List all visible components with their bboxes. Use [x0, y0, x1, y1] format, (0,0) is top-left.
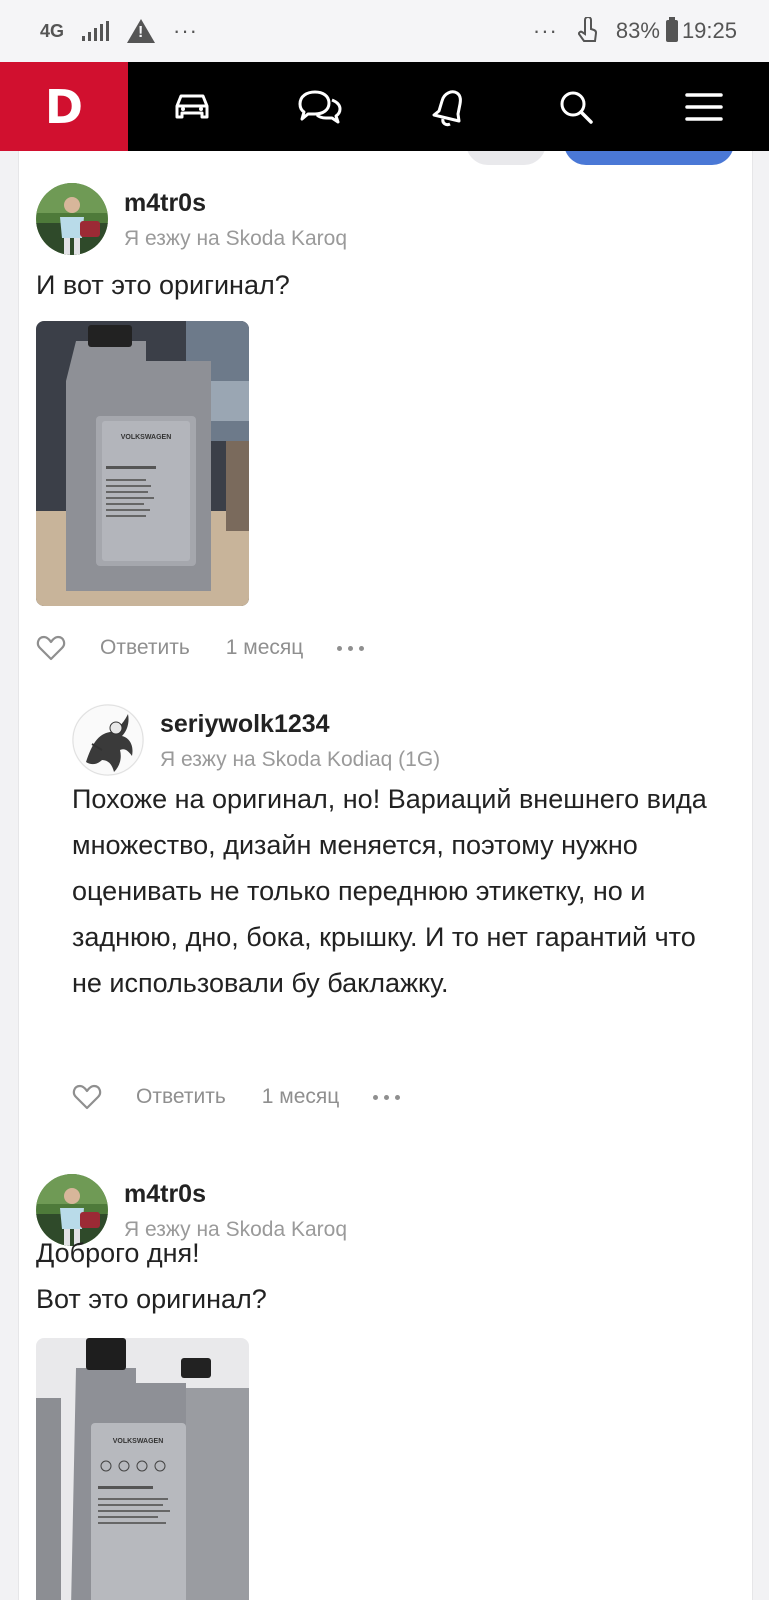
bell-icon — [432, 89, 462, 126]
nav-menu[interactable] — [640, 62, 768, 151]
nav-notifications[interactable] — [384, 62, 512, 151]
status-left: 4G ··· — [40, 18, 198, 44]
comment-text: Доброго дня! Вот это оригинал? — [36, 1230, 267, 1322]
comment-car[interactable]: Я езжу на Skoda Karoq — [124, 227, 347, 251]
comments-card: m4tr0s Я езжу на Skoda Karoq И вот это о… — [18, 151, 753, 1600]
drive2-logo[interactable]: D — [0, 62, 128, 151]
signal-icon — [82, 21, 110, 41]
comment-author[interactable]: m4tr0s — [124, 189, 206, 218]
heart-icon[interactable] — [36, 633, 66, 663]
comment-date[interactable]: 1 месяц — [226, 636, 304, 660]
more-icon[interactable] — [337, 645, 365, 651]
comment-actions: Ответить 1 месяц — [72, 1082, 401, 1112]
comment-text-line: Вот это оригинал? — [36, 1284, 267, 1314]
comment: m4tr0s Я езжу на Skoda Karoq И вот это о… — [36, 183, 736, 663]
comment-text: Похоже на оригинал, но! Вариаций внешнег… — [72, 784, 707, 998]
nav-search[interactable] — [512, 62, 640, 151]
top-navbar: D — [0, 62, 769, 151]
svg-text:VOLKSWAGEN: VOLKSWAGEN — [121, 434, 172, 441]
comment-text: И вот это оригинал? — [36, 270, 290, 300]
comment-author[interactable]: seriywolk1234 — [160, 710, 330, 739]
network-type: 4G — [40, 20, 65, 41]
warning-icon — [127, 19, 156, 43]
search-icon — [560, 91, 593, 124]
partial-button-grey[interactable] — [466, 151, 546, 165]
status-dots: ··· — [532, 18, 558, 43]
touch-icon — [577, 17, 597, 42]
status-right: ··· 83% 19:25 — [533, 17, 737, 45]
nav-garage[interactable] — [128, 62, 256, 151]
avatar[interactable] — [72, 704, 144, 776]
car-icon — [175, 94, 209, 118]
chat-icon — [298, 90, 342, 123]
avatar[interactable] — [36, 183, 108, 255]
battery-percent: 83% — [615, 18, 660, 43]
comment-author[interactable]: m4tr0s — [124, 1180, 206, 1209]
reply-button[interactable]: Ответить — [100, 636, 190, 660]
more-icon[interactable] — [373, 1094, 401, 1100]
comment-date[interactable]: 1 месяц — [262, 1085, 340, 1109]
status-bar: 4G ··· ··· 83% 19:25 — [0, 0, 769, 62]
menu-icon — [685, 92, 723, 121]
reply-button[interactable]: Ответить — [136, 1085, 226, 1109]
comment-car[interactable]: Я езжу на Skoda Kodiaq (1G) — [160, 748, 440, 772]
battery-icon — [665, 17, 678, 42]
comment: m4tr0s Я езжу на Skoda Karoq Доброго дня… — [36, 1174, 736, 1600]
heart-icon[interactable] — [72, 1082, 102, 1112]
comment-reply: seriywolk1234 Я езжу на Skoda Kodiaq (1G… — [72, 704, 732, 1134]
comment-actions: Ответить 1 месяц — [36, 633, 365, 663]
svg-text:VOLKSWAGEN: VOLKSWAGEN — [113, 1438, 164, 1445]
nav-messages[interactable] — [256, 62, 384, 151]
partial-button-blue[interactable] — [564, 151, 734, 165]
comment-text-line: Доброго дня! — [36, 1238, 200, 1268]
comment-photo[interactable]: VOLKSWAGEN — [36, 321, 249, 606]
clock: 19:25 — [681, 18, 737, 43]
notification-dots: ··· — [173, 18, 198, 43]
comment-photo[interactable]: VOLKSWAGEN — [36, 1338, 249, 1600]
